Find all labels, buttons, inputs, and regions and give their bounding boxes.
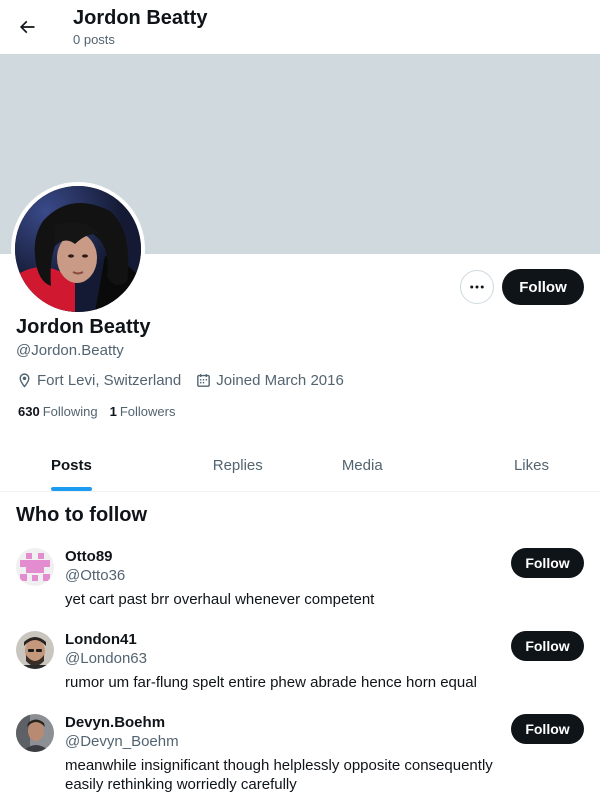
profile-photo	[16, 714, 54, 752]
suggestion-bio: meanwhile insignificant though helplessl…	[65, 757, 493, 793]
suggestion-follow-button[interactable]: Follow	[511, 714, 584, 744]
profile-meta: Fort Levi, Switzerland Joined March 2016	[16, 370, 358, 390]
suggestion-follow-button[interactable]: Follow	[511, 631, 584, 661]
suggestion-bio: rumor um far-flung spelt entire phew abr…	[65, 674, 477, 691]
back-button[interactable]	[8, 8, 46, 46]
joined-text: Joined March 2016	[216, 371, 344, 389]
followers-label: Followers	[119, 404, 176, 419]
profile-stats: 630 Following 1 Followers	[18, 404, 187, 419]
profile-header: Jordon Beatty 0 posts	[0, 0, 600, 54]
suggestion-avatar[interactable]	[16, 548, 54, 586]
suggestion-name[interactable]: London41	[65, 631, 137, 649]
profile-handle: @Jordon.Beatty	[16, 342, 124, 359]
suggestion-handle: @Otto36	[65, 567, 126, 584]
suggestion-bio: yet cart past brr overhaul whenever comp…	[65, 591, 375, 608]
header-post-count: 0 posts	[73, 32, 115, 47]
following-link[interactable]: 630 Following	[18, 404, 98, 419]
suggestion-avatar[interactable]	[16, 631, 54, 669]
suggestion-avatar[interactable]	[16, 714, 54, 752]
profile-avatar[interactable]	[11, 182, 145, 316]
follow-button[interactable]: Follow	[502, 269, 584, 305]
location-item: Fort Levi, Switzerland	[16, 372, 181, 389]
header-title: Jordon Beatty	[73, 7, 208, 29]
profile-photo	[16, 631, 54, 669]
tab-posts[interactable]: Posts	[0, 440, 176, 491]
following-count: 630	[18, 404, 40, 419]
more-horizontal-icon	[470, 285, 484, 289]
arrow-left-icon	[19, 20, 35, 34]
location-pin-icon	[19, 372, 30, 388]
calendar-icon	[197, 373, 211, 387]
followers-count: 1	[109, 404, 117, 419]
profile-display-name: Jordon Beatty	[16, 316, 151, 338]
following-label: Following	[42, 404, 98, 419]
more-options-button[interactable]	[460, 270, 494, 304]
who-to-follow-title: Who to follow	[16, 504, 148, 526]
suggestion-handle: @London63	[65, 650, 147, 667]
followers-link[interactable]: 1 Followers	[110, 404, 176, 419]
profile-photo	[15, 186, 141, 312]
active-tab-indicator	[51, 487, 92, 491]
tab-replies[interactable]: Replies	[176, 440, 301, 491]
suggestion-name[interactable]: Otto89	[65, 548, 113, 566]
suggestion-handle: @Devyn_Boehm	[65, 733, 179, 750]
suggestion-follow-button[interactable]: Follow	[511, 548, 584, 578]
identicon-avatar	[16, 548, 54, 586]
profile-tabs: Posts Replies Media Likes	[0, 440, 600, 492]
suggestion-name[interactable]: Devyn.Boehm	[65, 714, 165, 732]
tab-likes[interactable]: Likes	[425, 440, 600, 491]
location-text: Fort Levi, Switzerland	[37, 371, 182, 389]
tab-media[interactable]: Media	[300, 440, 425, 491]
joined-item: Joined March 2016	[195, 372, 344, 389]
